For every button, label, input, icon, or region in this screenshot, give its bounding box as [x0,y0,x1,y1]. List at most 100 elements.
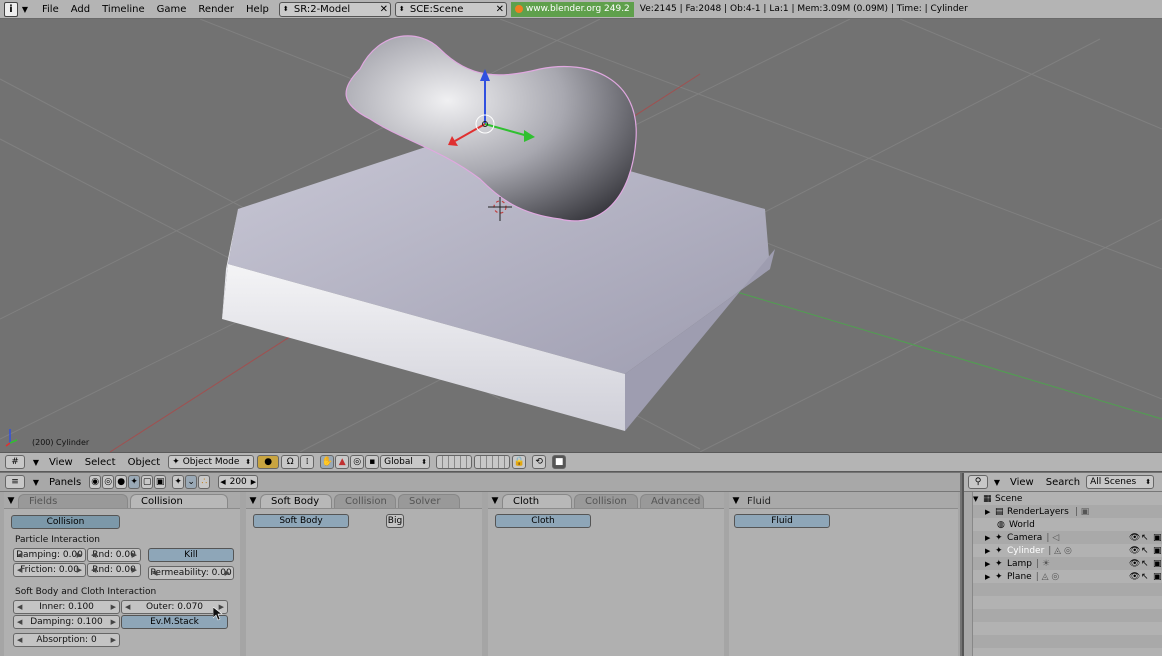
collapse-menu-icon-2[interactable]: ▼ [29,458,43,467]
rnd1-right-arrow-icon[interactable]: ▶ [132,549,137,561]
expand-arrow-icon[interactable]: ▶ [985,573,995,581]
3d-viewport[interactable]: (200) Cylinder [0,19,1162,452]
screen-selector[interactable]: ⬍ SR:2-Model ✕ [278,1,391,17]
lock-layer-icon[interactable]: 🔒 [512,455,527,469]
editing-context-icon[interactable]: ▢ [141,475,154,489]
outliner-item-cylinder[interactable]: ▶ ✦ Cylinder | ◬ ◎ 👁 ↖ ▣ [973,544,1162,557]
outliner-item-camera[interactable]: ▶ ✦ Camera | ◁ 👁 ↖ ▣ [973,531,1162,544]
menu-game[interactable]: Game [151,2,193,17]
collapse-menu-icon-3[interactable]: ▼ [29,478,43,487]
object-context-icon[interactable]: ✦ [128,475,141,489]
panel-collapse-icon-4[interactable]: ▼ [729,496,743,506]
render-preview-icon[interactable]: ■ [552,455,567,469]
inner-right-arrow-icon[interactable]: ▶ [111,601,116,613]
outliner-item-renderlayers[interactable]: ▶ ▤ RenderLayers | ▣ [973,505,1162,518]
inner-field[interactable]: ◀ Inner: 0.100 ▶ [13,600,120,614]
absorption-field[interactable]: ◀ Absorption: 0 ▶ [13,633,120,647]
rnd2-right-arrow-icon[interactable]: ▶ [132,564,137,576]
outliner-item-plane[interactable]: ▶ ✦ Plane | ◬ ◎ 👁 ↖ ▣ [973,570,1162,583]
damping2-field[interactable]: ◀ Damping: 0.100 ▶ [13,615,120,629]
render-icon[interactable]: ▣ [1153,559,1162,569]
panel-collapse-icon-2[interactable]: ▼ [246,496,260,506]
pivot-button[interactable]: Ω [281,455,300,469]
render-icon[interactable]: ▣ [1153,546,1162,556]
absorption-left-arrow-icon[interactable]: ◀ [17,634,22,646]
editor-type-icon[interactable]: i [4,1,18,17]
damping-right-arrow-icon[interactable]: ▶ [77,549,82,561]
tab-advanced[interactable]: Advanced [640,494,704,508]
permeability-field[interactable]: ◀ Permeability: 0.00 ▶ [148,566,234,580]
expand-arrow-icon[interactable]: ▶ [985,560,995,568]
absorption-right-arrow-icon[interactable]: ▶ [111,634,116,646]
tab-fields[interactable]: Fields [18,494,128,508]
soft-body-toggle-button[interactable]: Soft Body [253,514,349,528]
manipulator-translate-button[interactable]: ▲ [335,455,350,469]
tab-sb-collision[interactable]: Collision [334,494,396,508]
scene-selector[interactable]: ⬍ SCE:Scene ✕ [394,1,507,17]
manipulator-rotate-button[interactable]: ◎ [350,455,365,469]
frame-number[interactable]: ◀ 200 ▶ [218,475,259,489]
expand-arrow-icon[interactable]: ▶ [985,534,995,542]
expand-arrow-icon[interactable]: ▶ [985,508,995,516]
menu-add[interactable]: Add [65,2,96,17]
physics-subtab-icon[interactable]: ⌄ [185,475,198,489]
layer-buttons-2[interactable] [474,455,511,469]
mode-selector[interactable]: ✦ Object Mode ⬍ [168,455,255,469]
menu-view[interactable]: View [43,455,79,470]
rnd-friction-field[interactable]: ◀ Rnd: 0.00 ▶ [87,563,141,577]
cloth-toggle-button[interactable]: Cloth [495,514,591,528]
expand-arrow-icon[interactable]: ▼ [973,495,983,503]
menu-render[interactable]: Render [192,2,240,17]
menu-select[interactable]: Select [79,455,122,470]
visibility-eye-icon[interactable]: 👁 [1129,572,1140,582]
select-arrow-icon[interactable]: ↖ [1141,533,1149,543]
outliner-item-world[interactable]: ◍ World [973,518,1162,531]
select-arrow-icon[interactable]: ↖ [1141,572,1149,582]
grid-editor-icon[interactable]: # [5,455,25,469]
collapse-menu-icon-4[interactable]: ▼ [990,478,1004,487]
select-arrow-icon[interactable]: ↖ [1141,559,1149,569]
inner-left-arrow-icon[interactable]: ◀ [17,601,22,613]
buttons-editor-icon[interactable]: ≡ [5,475,25,489]
rnd-damping-field[interactable]: ◀ Rnd: 0.00 ▶ [87,548,141,562]
friction-field[interactable]: ◀ Friction: 0.00 ▶ [13,563,86,577]
script-context-icon[interactable]: ◎ [102,475,115,489]
expand-arrow-icon[interactable]: ▶ [985,547,995,555]
tab-cloth-collision[interactable]: Collision [574,494,638,508]
close-scene-icon[interactable]: ✕ [494,4,506,15]
orientation-selector[interactable]: Global ⬍ [380,455,431,469]
panel-collapse-icon-3[interactable]: ▼ [488,496,502,506]
shading-context-icon[interactable]: ● [115,475,128,489]
draw-type-button[interactable]: ● [257,455,280,469]
outliner-editor-icon[interactable]: ⚲ [968,475,988,489]
rnd1-left-arrow-icon[interactable]: ◀ [91,549,96,561]
collapse-menu-icon[interactable]: ▼ [18,2,32,17]
outliner-item-lamp[interactable]: ▶ ✦ Lamp | ☀ 👁 ↖ ▣ [973,557,1162,570]
select-arrow-icon[interactable]: ↖ [1141,546,1149,556]
panel-collapse-icon[interactable]: ▼ [4,496,18,506]
close-screen-icon[interactable]: ✕ [378,4,390,15]
object-subtab-icon[interactable]: ✦ [172,475,185,489]
blender-url[interactable]: www.blender.org 249.2 [510,1,634,17]
pivot-extra-button[interactable]: ⁞ [300,455,315,469]
menu-file[interactable]: File [36,2,65,17]
render-icon[interactable]: ▣ [1153,572,1162,582]
tab-soft-body[interactable]: Soft Body [260,494,332,508]
tab-cloth[interactable]: Cloth [502,494,572,508]
frame-increment-icon[interactable]: ▶ [251,478,256,486]
damping2-right-arrow-icon[interactable]: ▶ [111,616,116,628]
scenes-filter-selector[interactable]: All Scenes ⬍ [1086,475,1155,489]
manipulator-scale-button[interactable]: ▪ [365,455,380,469]
ev-m-stack-button[interactable]: Ev.M.Stack [121,615,228,629]
particles-subtab-icon[interactable]: ∴ [198,475,211,489]
logic-context-icon[interactable]: ◉ [89,475,102,489]
outliner-search-menu[interactable]: Search [1040,475,1086,490]
tab-solver[interactable]: Solver [398,494,460,508]
rnd2-left-arrow-icon[interactable]: ◀ [91,564,96,576]
menu-object[interactable]: Object [122,455,167,470]
friction-left-arrow-icon[interactable]: ◀ [17,564,22,576]
opengl-render-icon[interactable]: ⟲ [532,455,547,469]
big-button[interactable]: Big [386,514,404,528]
layer-buttons-1[interactable] [436,455,473,469]
frame-decrement-icon[interactable]: ◀ [220,478,225,486]
